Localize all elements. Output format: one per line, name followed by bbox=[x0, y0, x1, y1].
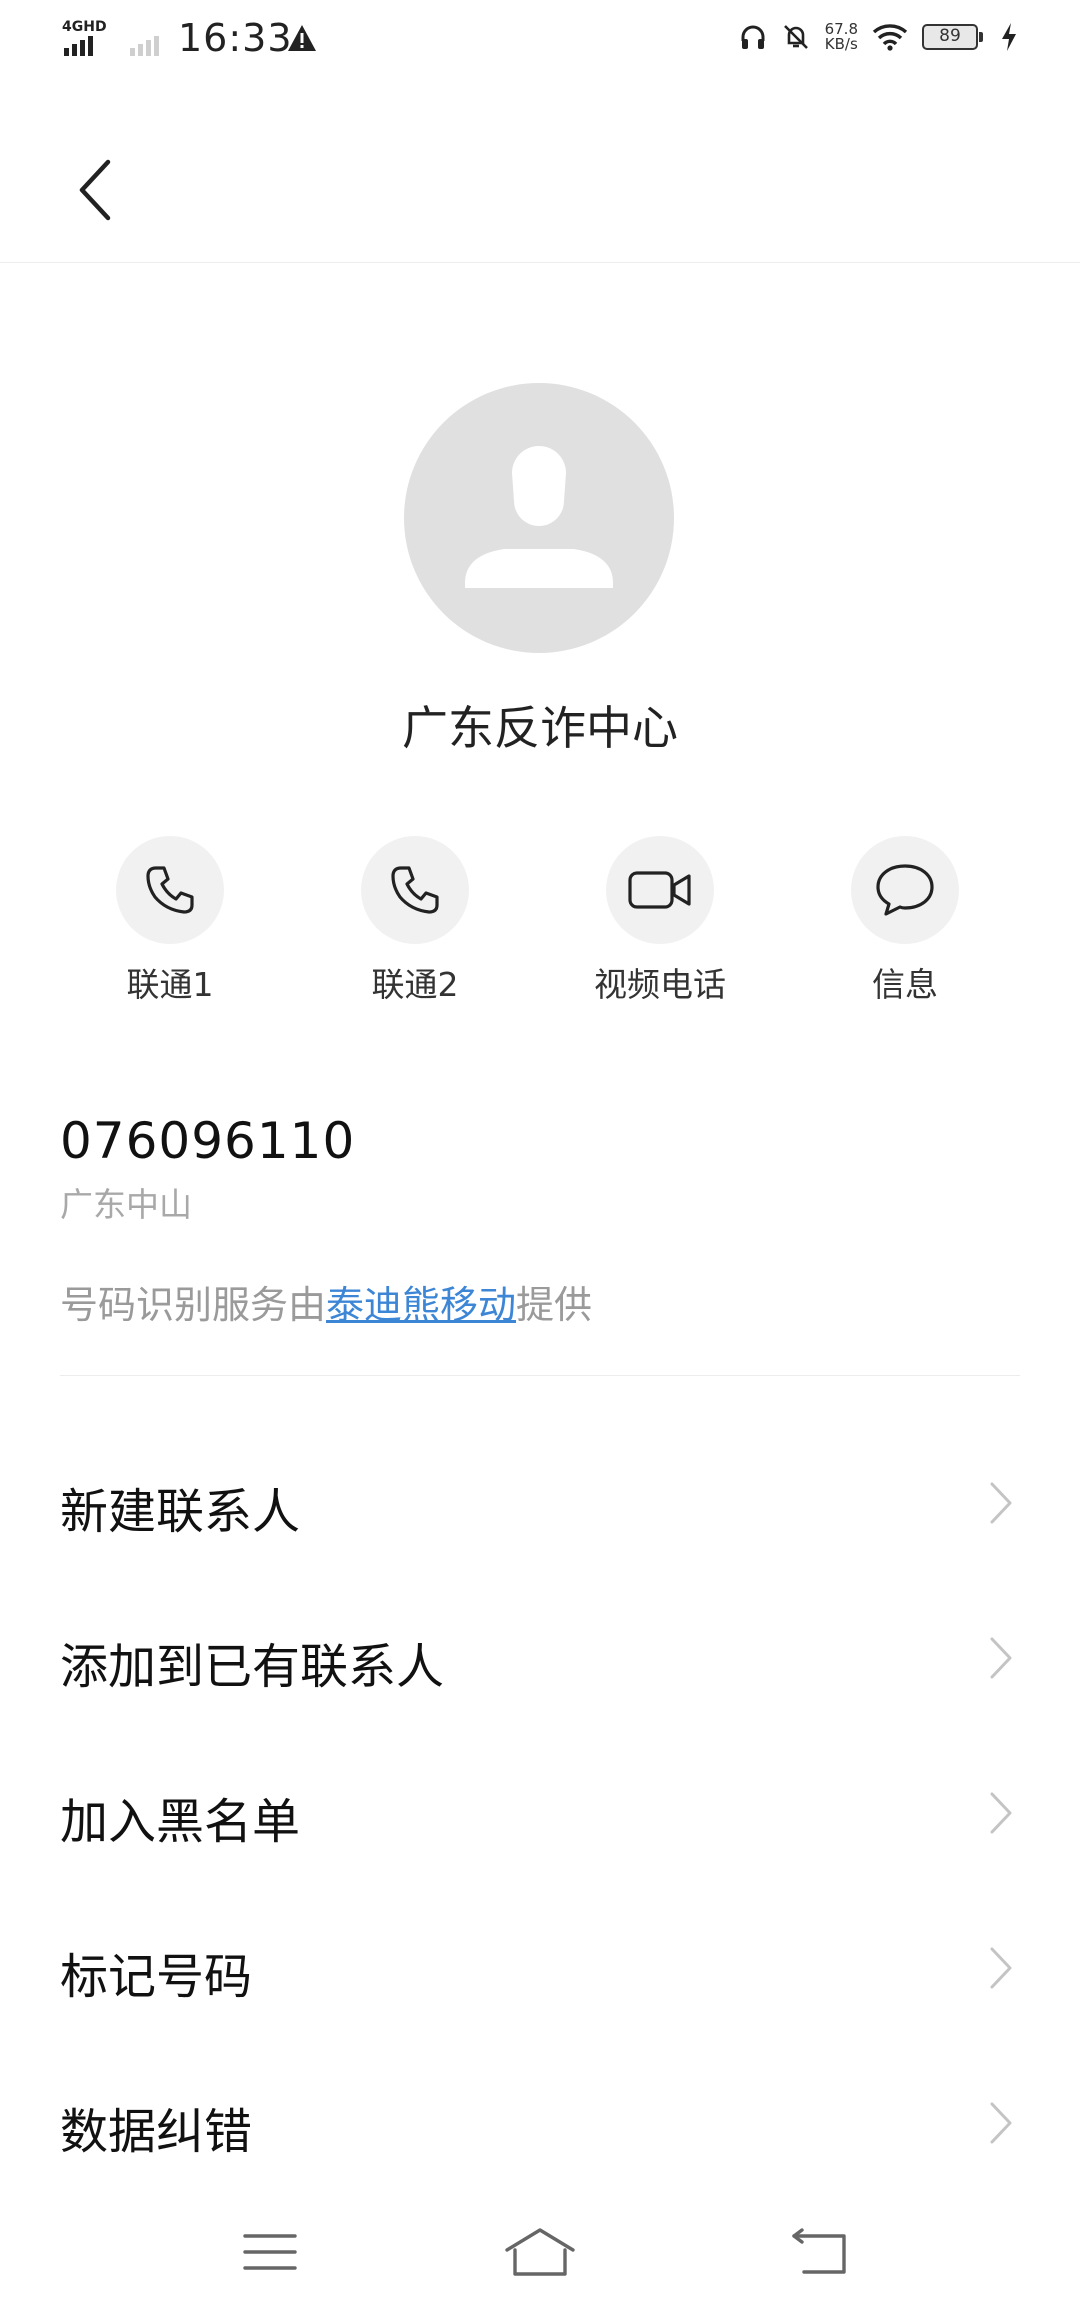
data-correction-item[interactable]: 数据纠错 bbox=[0, 2044, 1080, 2199]
provider-link[interactable]: 泰迪熊移动 bbox=[326, 1283, 516, 1327]
navigation-bar bbox=[0, 2190, 1080, 2316]
provider-prefix: 号码识别服务由 bbox=[60, 1283, 327, 1327]
message-label: 信息 bbox=[872, 965, 938, 1004]
headphones-icon bbox=[741, 25, 765, 49]
back-button[interactable] bbox=[770, 2220, 870, 2284]
message-icon bbox=[876, 864, 934, 916]
chevron-right-icon bbox=[990, 1637, 1012, 1679]
call-sim2-button[interactable]: 联通2 bbox=[315, 836, 515, 1006]
blacklist-label: 加入黑名单 bbox=[60, 1794, 301, 1850]
call-sim1-label: 联通1 bbox=[126, 965, 214, 1004]
mark-number-label: 标记号码 bbox=[60, 1949, 253, 2005]
add-to-existing-label: 添加到已有联系人 bbox=[60, 1639, 445, 1695]
blacklist-item[interactable]: 加入黑名单 bbox=[0, 1734, 1080, 1889]
call-sim2-circle bbox=[361, 836, 469, 944]
battery-level: 89 bbox=[939, 26, 961, 46]
options-list: 新建联系人 添加到已有联系人 加入黑名单 标记号码 数据纠错 bbox=[0, 1424, 1080, 2199]
contact-name: 广东反诈中心 bbox=[402, 701, 678, 755]
status-bar: 4GHD 16:33 67.8 KB/s 89 bbox=[0, 0, 1080, 80]
video-call-label: 视频电话 bbox=[594, 965, 726, 1004]
home-button[interactable] bbox=[490, 2220, 590, 2284]
call-sim1-circle bbox=[116, 836, 224, 944]
phone-icon bbox=[391, 866, 439, 914]
mark-number-item[interactable]: 标记号码 bbox=[0, 1889, 1080, 2044]
back-chevron-icon[interactable] bbox=[62, 150, 122, 230]
chevron-right-icon bbox=[990, 1947, 1012, 1989]
message-circle bbox=[851, 836, 959, 944]
status-time: 16:33 bbox=[178, 16, 293, 60]
video-call-circle bbox=[606, 836, 714, 944]
charging-icon bbox=[1002, 23, 1016, 51]
wifi-icon bbox=[872, 24, 908, 51]
menu-icon bbox=[243, 2234, 297, 2270]
call-sim1-button[interactable]: 联通1 bbox=[70, 836, 270, 1006]
chevron-right-icon bbox=[990, 2102, 1012, 2144]
data-correction-label: 数据纠错 bbox=[60, 2104, 253, 2160]
divider bbox=[60, 1375, 1020, 1376]
call-sim2-label: 联通2 bbox=[371, 965, 459, 1004]
provider-suffix: 提供 bbox=[516, 1283, 593, 1327]
new-contact-item[interactable]: 新建联系人 bbox=[0, 1424, 1080, 1579]
message-button[interactable]: 信息 bbox=[805, 836, 1005, 1006]
network-speed: 67.8 KB/s bbox=[824, 20, 858, 53]
person-icon bbox=[465, 446, 613, 588]
number-location: 广东中山 bbox=[60, 1185, 192, 1224]
network-type: 4GHD bbox=[62, 19, 107, 35]
avatar bbox=[404, 383, 674, 653]
warning-icon bbox=[288, 25, 316, 51]
phone-number[interactable]: 076096110 bbox=[60, 1112, 355, 1170]
phone-icon bbox=[146, 866, 194, 914]
chevron-right-icon bbox=[990, 1482, 1012, 1524]
add-to-existing-item[interactable]: 添加到已有联系人 bbox=[0, 1579, 1080, 1734]
new-contact-label: 新建联系人 bbox=[60, 1484, 301, 1540]
signal-icon bbox=[64, 36, 93, 56]
video-icon bbox=[628, 871, 691, 909]
status-right: 67.8 KB/s 89 bbox=[739, 22, 1018, 52]
video-call-button[interactable]: 视频电话 bbox=[560, 836, 760, 1006]
home-icon bbox=[505, 2228, 575, 2276]
bell-off-icon bbox=[783, 25, 808, 49]
back-icon bbox=[792, 2228, 846, 2274]
provider-note: 号码识别服务由泰迪熊移动提供 bbox=[60, 1274, 592, 1329]
menu-button[interactable] bbox=[220, 2220, 320, 2284]
signal-2-icon bbox=[130, 36, 159, 56]
chevron-right-icon bbox=[990, 1792, 1012, 1834]
battery-icon: 89 bbox=[922, 24, 983, 50]
header bbox=[0, 120, 1080, 263]
